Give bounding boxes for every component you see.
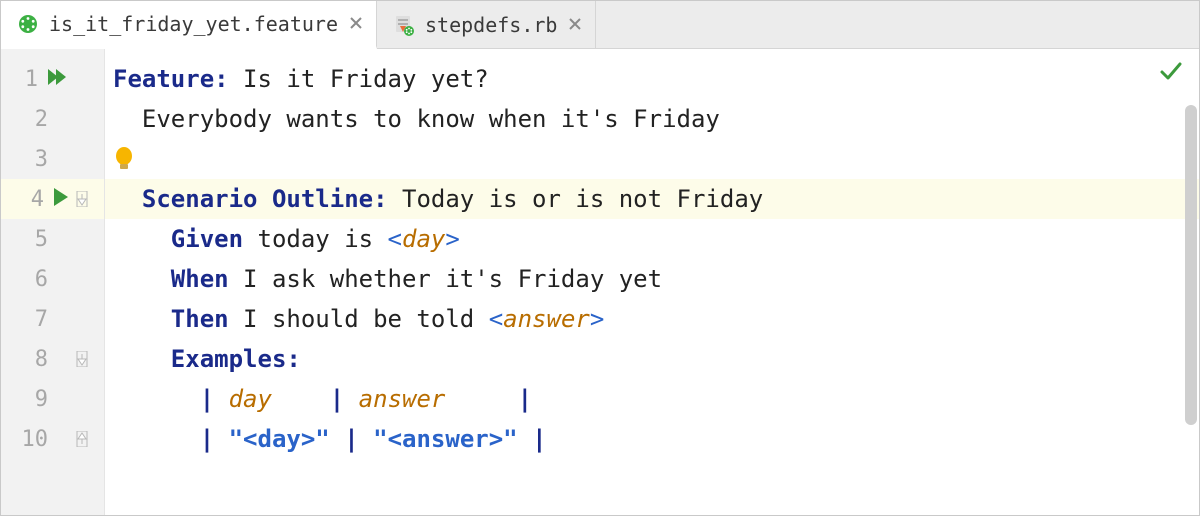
close-icon[interactable] [567, 13, 583, 36]
check-icon[interactable] [1159, 59, 1183, 87]
table-cell-day: "<day>" [229, 419, 330, 459]
tab-label: is_it_friday_yet.feature [49, 12, 338, 36]
code-line-current: Scenario Outline: Today is or is not Fri… [105, 179, 1199, 219]
placeholder-day: day [402, 219, 445, 259]
line-number: 5 [12, 227, 48, 252]
gutter-line: 5 [1, 219, 104, 259]
gutter-line: 6 [1, 259, 104, 299]
gutter-line: 9 [1, 379, 104, 419]
cucumber-icon [17, 13, 39, 35]
run-all-icon[interactable] [48, 67, 70, 91]
keyword-scenario-outline: Scenario Outline: [142, 179, 388, 219]
editor-body: 1 2 3 4 [1, 49, 1199, 515]
keyword-examples: Examples: [171, 339, 301, 379]
fold-icon[interactable] [70, 351, 94, 367]
keyword-feature: Feature: [113, 59, 229, 99]
editor-window: is_it_friday_yet.feature stepdefs.rb [0, 0, 1200, 516]
tab-stepdefs-rb[interactable]: stepdefs.rb [377, 1, 596, 48]
line-number: 4 [8, 187, 44, 212]
gutter-line: 7 [1, 299, 104, 339]
code-area[interactable]: Feature: Is it Friday yet? Everybody wan… [105, 49, 1199, 515]
table-header-day: day [229, 379, 330, 419]
fold-icon[interactable] [70, 191, 94, 207]
tab-is-it-friday-feature[interactable]: is_it_friday_yet.feature [1, 1, 377, 49]
table-pipe: | [532, 419, 546, 459]
line-number: 8 [12, 347, 48, 372]
table-cell-answer: "<answer>" [373, 419, 518, 459]
tab-label: stepdefs.rb [425, 13, 557, 37]
vertical-scrollbar[interactable] [1183, 105, 1197, 509]
gutter-line: 2 [1, 99, 104, 139]
code-line: Given today is <day> [105, 219, 1199, 259]
line-number: 3 [12, 147, 48, 172]
keyword-when: When [171, 259, 229, 299]
ruby-file-icon [393, 14, 415, 36]
gutter: 1 2 3 4 [1, 49, 105, 515]
table-pipe: | [200, 379, 214, 419]
gutter-line: 1 [1, 59, 104, 99]
gutter-line: 8 [1, 339, 104, 379]
line-number: 6 [12, 267, 48, 292]
line-number: 1 [2, 67, 38, 92]
line-number: 9 [12, 387, 48, 412]
gutter-line: 4 [1, 179, 104, 219]
close-icon[interactable] [348, 12, 364, 35]
table-pipe: | [344, 419, 358, 459]
placeholder-answer: answer [503, 299, 590, 339]
line-number: 7 [12, 307, 48, 332]
scrollbar-thumb[interactable] [1185, 105, 1197, 425]
fold-end-icon[interactable] [70, 431, 94, 447]
line-number: 10 [12, 427, 48, 452]
keyword-then: Then [171, 299, 229, 339]
table-pipe: | [200, 419, 214, 459]
table-pipe: | [518, 379, 532, 419]
run-icon[interactable] [54, 188, 70, 210]
code-line: Everybody wants to know when it's Friday [105, 99, 1199, 139]
keyword-given: Given [171, 219, 243, 259]
tab-bar: is_it_friday_yet.feature stepdefs.rb [1, 1, 1199, 49]
code-line: When I ask whether it's Friday yet [105, 259, 1199, 299]
table-header-answer: answer [359, 379, 518, 419]
text: Everybody wants to know when it's Friday [142, 99, 720, 139]
code-line [105, 139, 1199, 179]
line-number: 2 [12, 107, 48, 132]
code-line: Feature: Is it Friday yet? [105, 59, 1199, 99]
text: Is it Friday yet? [229, 59, 489, 99]
gutter-line: 3 [1, 139, 104, 179]
lightbulb-icon[interactable] [113, 145, 135, 173]
code-line: Then I should be told <answer> [105, 299, 1199, 339]
text: Today is or is not Friday [388, 179, 764, 219]
code-line: | "<day>" | "<answer>" | [105, 419, 1199, 459]
code-line: Examples: [105, 339, 1199, 379]
gutter-line: 10 [1, 419, 104, 459]
code-line: | day | answer | [105, 379, 1199, 419]
table-pipe: | [330, 379, 344, 419]
